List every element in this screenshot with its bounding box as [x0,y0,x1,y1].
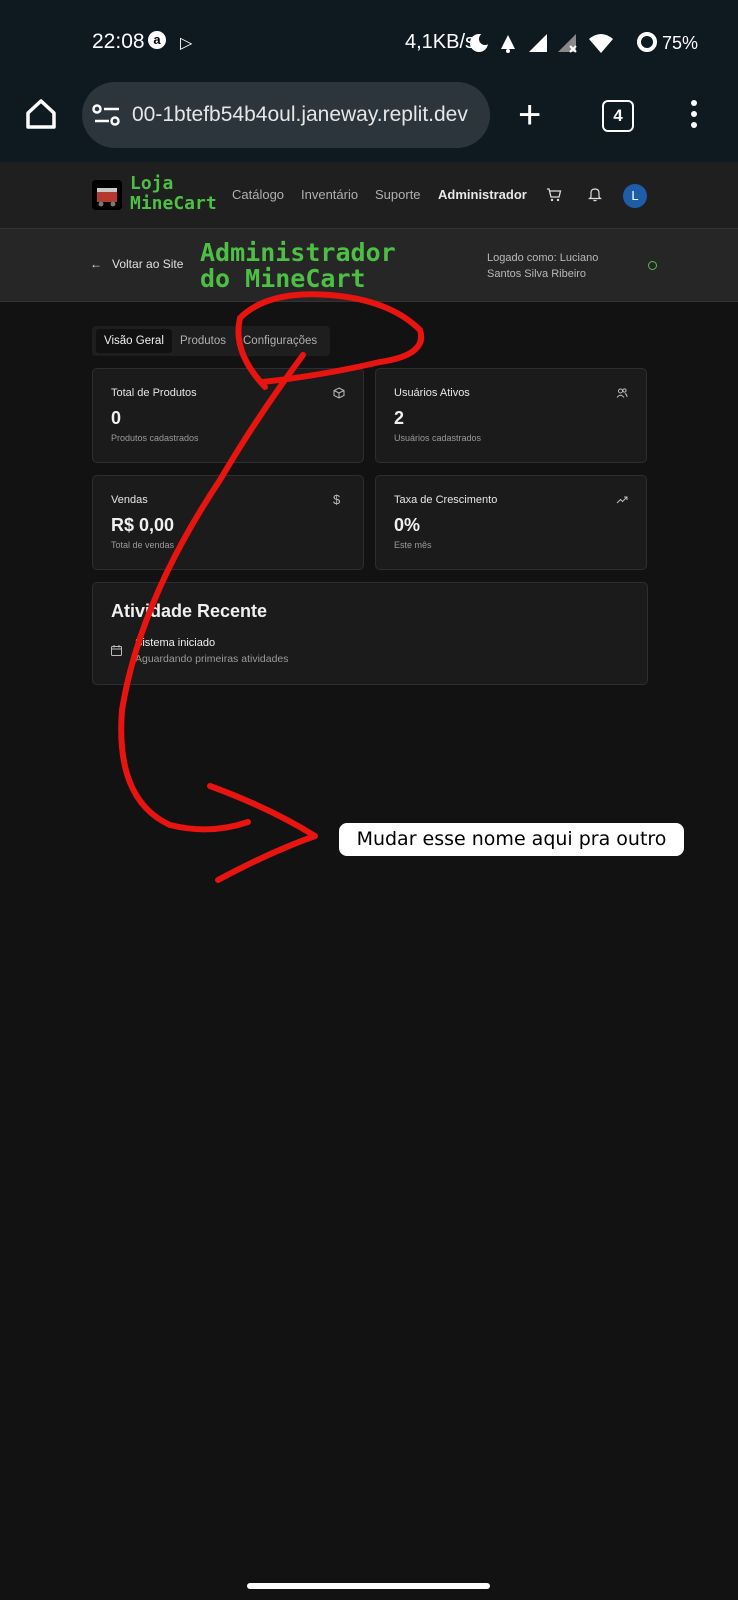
nav-inventario[interactable]: Inventário [301,187,358,202]
avatar[interactable]: L [623,184,647,208]
tab-switcher-button[interactable]: 4 [602,100,634,132]
box-icon [333,387,345,399]
annotation-note: Mudar esse nome aqui pra outro [339,823,684,856]
wifi-icon [589,34,613,53]
moon-icon [470,33,490,52]
calendar-icon [111,645,122,656]
alarm-off-icon [501,35,515,53]
recent-activity-title: Atividade Recente [111,601,268,621]
url-text[interactable]: 00-1btefb54b4oul.janeway.replit.dev [132,103,482,127]
play-icon: ▷ [180,35,193,52]
recent-activity-card: Atividade Recente Sistema iniciado Aguar… [92,582,648,685]
stat-card-vendas: Vendas $ R$ 0,00 Total de vendas [92,475,364,570]
activity-item: Sistema iniciado [135,637,216,649]
net-speed: 4,1KB/s [405,31,476,53]
gesture-bar[interactable] [247,1583,490,1589]
stat-card-taxa-crescimento: Taxa de Crescimento 0% Este mês [375,475,647,570]
battery-ring-icon [637,32,657,52]
new-tab-icon[interactable]: + [518,95,541,135]
home-icon[interactable] [24,97,58,131]
amazon-icon: a [148,31,166,49]
stat-card-total-produtos: Total de Produtos 0 Produtos cadastrados [92,368,364,463]
arrow-left-icon: ← [90,257,102,271]
signal-icon [529,34,547,52]
online-status-icon [648,261,657,270]
site-settings-icon[interactable] [92,102,122,128]
nav-administrador[interactable]: Administrador [438,187,527,202]
admin-title: Administrador do MineCart [200,238,396,293]
back-to-site-link[interactable]: ← Voltar ao Site [90,257,183,271]
stat-card-usuarios-ativos: Usuários Ativos 2 Usuários cadastrados [375,368,647,463]
users-icon [616,388,628,398]
bell-icon[interactable] [588,187,602,202]
tab-configuracoes[interactable]: Configurações [235,329,325,353]
dollar-icon: $ [333,492,341,507]
browser-menu-icon[interactable] [690,100,698,132]
signal-no-service-icon [558,34,577,53]
tab-produtos[interactable]: Produtos [172,329,234,353]
nav-catalogo[interactable]: Catálogo [232,187,284,202]
cart-icon[interactable] [546,187,562,203]
logged-in-user: Logado como: Luciano Santos Silva Ribeiro [487,252,599,280]
activity-item-sub: Aguardando primeiras atividades [135,653,289,665]
status-time: 22:08 [92,30,145,53]
tab-visao-geral[interactable]: Visão Geral [96,329,172,353]
logo-image[interactable] [92,180,122,210]
nav-suporte[interactable]: Suporte [375,187,421,202]
trending-up-icon [616,496,628,504]
battery-level: 75% [662,33,699,53]
